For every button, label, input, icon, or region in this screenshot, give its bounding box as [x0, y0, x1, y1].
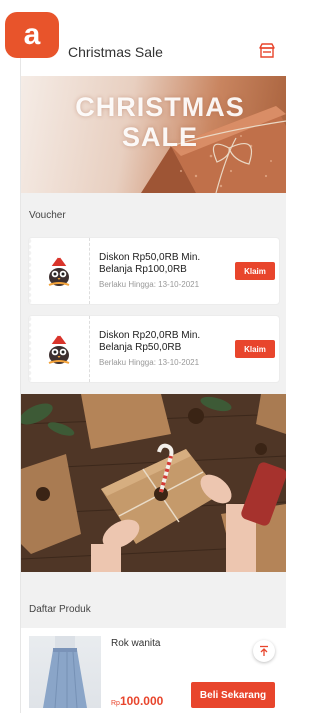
voucher-stub [29, 316, 90, 382]
voucher-title-line2: Belanja Rp100,0RB [99, 264, 187, 275]
banner-title: CHRISTMAS SALE [65, 92, 255, 152]
product-price-value: 100.000 [119, 694, 164, 708]
voucher-title-line2: Belanja Rp50,0RB [99, 342, 182, 353]
app-header: Christmas Sale [21, 28, 286, 76]
gifts-banner-image[interactable] [21, 394, 286, 572]
panel-label-badge: a [5, 12, 59, 58]
santa-owl-icon [48, 332, 70, 364]
panel-label-letter: a [23, 18, 41, 51]
christmas-banner[interactable]: CHRISTMAS SALE [21, 76, 286, 193]
phone-screen: Christmas Sale CHRISTMAS SALE Voucher Di… [20, 28, 286, 713]
voucher-title-line1: Diskon Rp20,0RB Min. [99, 330, 201, 341]
product-price: Rp100.000 [111, 694, 163, 708]
product-section-label: Daftar Produk [29, 604, 91, 615]
voucher-valid-until: Berlaku Hingga: 13-10-2021 [99, 280, 200, 289]
buy-now-button[interactable]: Beli Sekarang [191, 682, 275, 708]
voucher-card[interactable]: Diskon Rp20,0RB Min. Belanja Rp50,0RB Be… [29, 316, 279, 382]
santa-owl-icon [48, 254, 70, 286]
voucher-title: Diskon Rp20,0RB Min. Belanja Rp50,0RB [99, 330, 219, 354]
banner-title-line2: SALE [121, 122, 198, 152]
banner-title-line1: CHRISTMAS [75, 92, 245, 122]
voucher-stub [29, 238, 90, 304]
claim-button[interactable]: Klaim [235, 340, 275, 358]
claim-button[interactable]: Klaim [235, 262, 275, 280]
product-name: Rok wanita [111, 638, 161, 649]
voucher-card[interactable]: Diskon Rp50,0RB Min. Belanja Rp100,0RB B… [29, 238, 279, 304]
product-image[interactable] [29, 636, 101, 708]
scroll-to-top-button[interactable] [253, 640, 275, 662]
voucher-section-label: Voucher [29, 210, 66, 221]
voucher-valid-until: Berlaku Hingga: 13-10-2021 [99, 358, 200, 367]
store-icon[interactable] [258, 42, 276, 60]
arrow-up-icon [260, 645, 268, 656]
page-title: Christmas Sale [68, 44, 163, 60]
voucher-title: Diskon Rp50,0RB Min. Belanja Rp100,0RB [99, 252, 219, 276]
voucher-title-line1: Diskon Rp50,0RB Min. [99, 252, 201, 263]
product-card[interactable]: Rok wanita Rp100.000 Beli Sekarang [21, 628, 286, 713]
product-price-currency: Rp [111, 700, 120, 707]
